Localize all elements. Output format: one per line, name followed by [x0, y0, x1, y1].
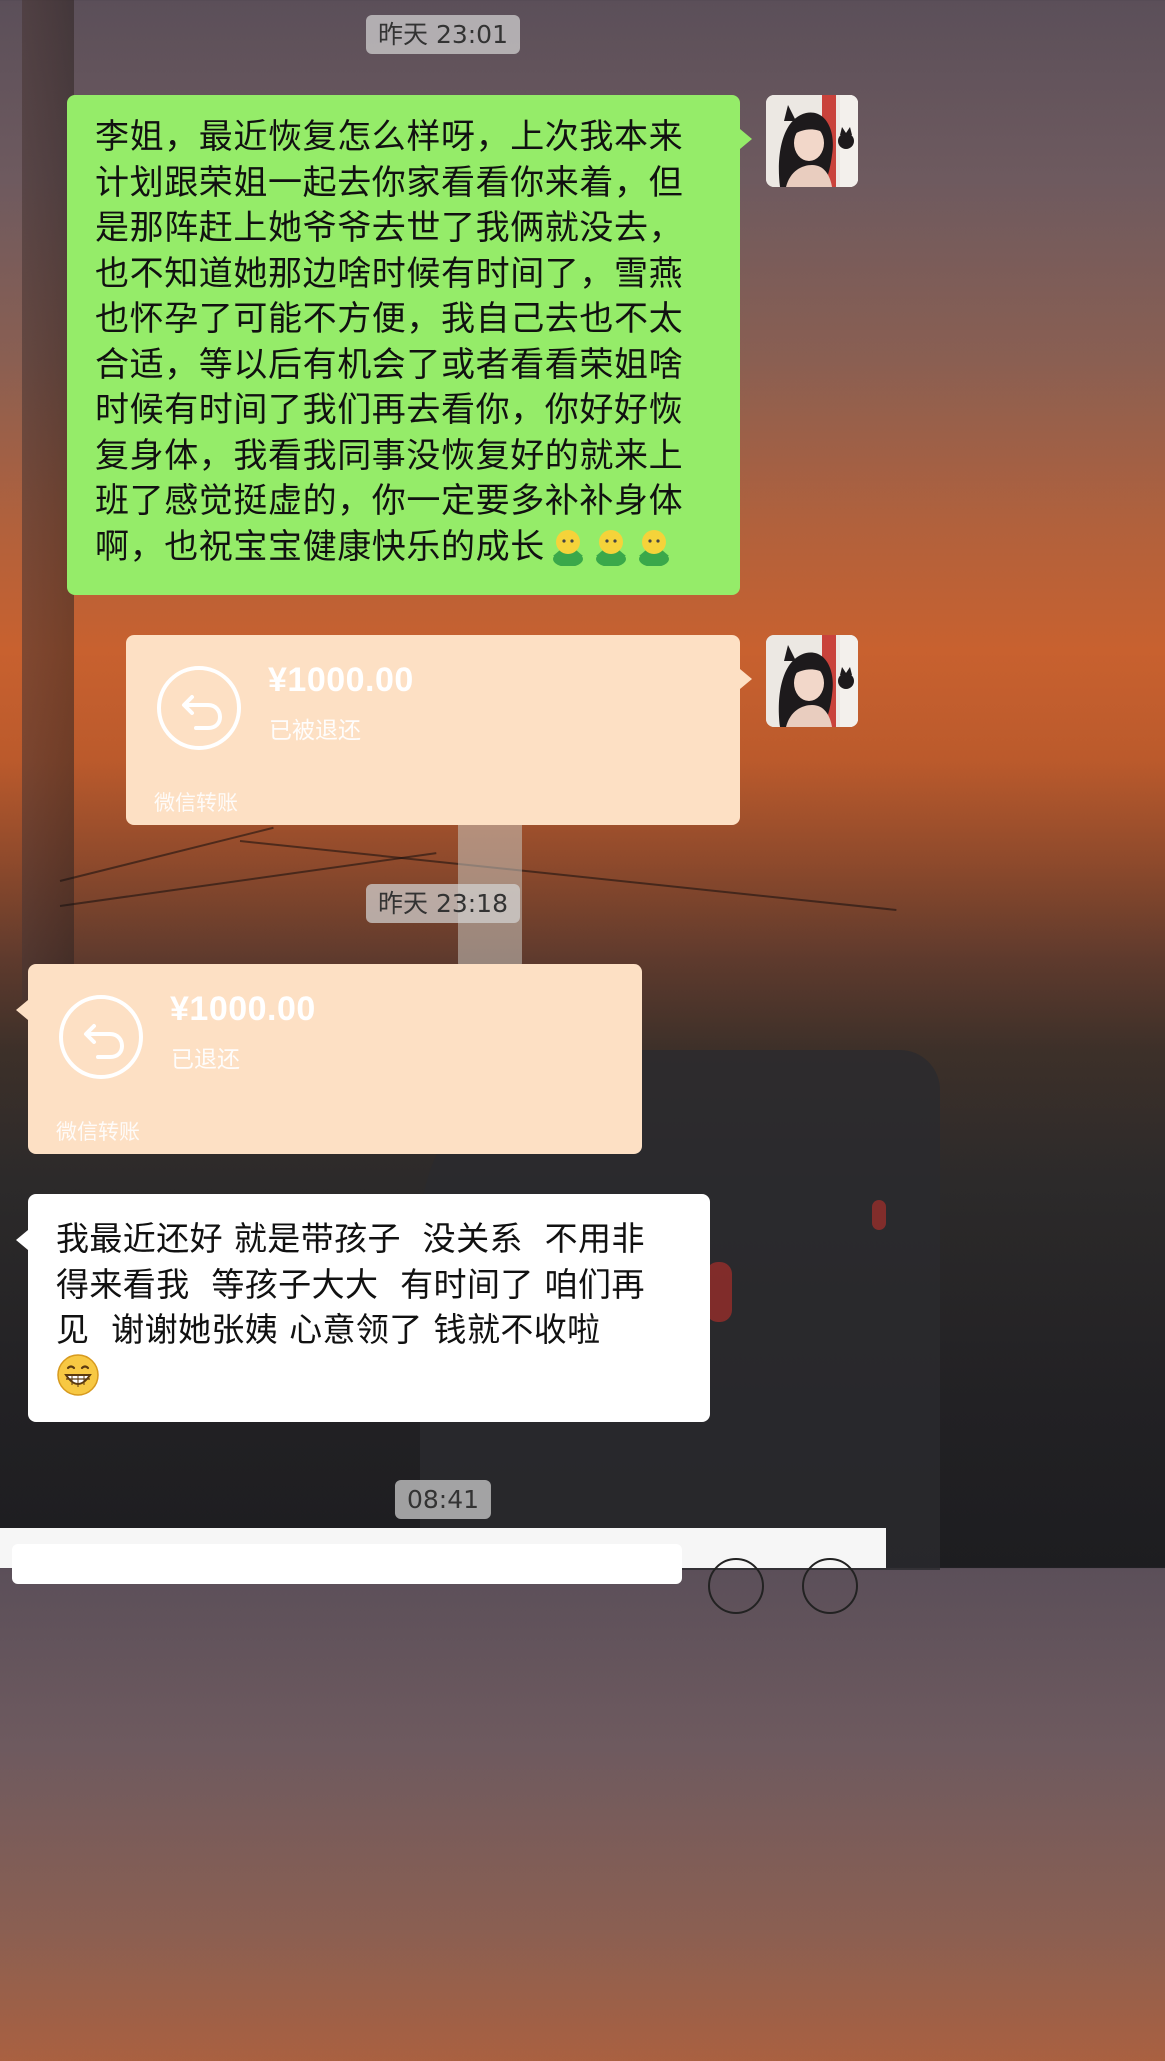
background-wire	[59, 826, 274, 882]
user-avatar[interactable]	[766, 635, 858, 727]
user-avatar[interactable]	[766, 95, 858, 187]
message-line-emoji	[56, 1353, 710, 1401]
more-button[interactable]	[802, 1558, 858, 1614]
transfer-amount: ¥1000.00	[170, 990, 316, 1028]
message-line: 我最近还好 就是带孩子 没关系 不用非	[56, 1219, 645, 1258]
emoji-button[interactable]	[708, 1558, 764, 1614]
transfer-status: 已退还	[171, 1047, 240, 1073]
message-line: 也怀孕了可能不方便，我自己去也不太	[95, 299, 684, 339]
transfer-footer-label: 微信转账	[56, 1120, 140, 1144]
person-emoji-icon	[552, 529, 583, 566]
transfer-amount: ¥1000.00	[268, 661, 414, 699]
avatar-image-icon	[766, 95, 858, 187]
transfer-footer-label: 微信转账	[154, 791, 238, 815]
return-arrow-icon	[59, 995, 143, 1079]
sent-text-bubble[interactable]: 李姐，最近恢复怎么样呀，上次我本来 计划跟荣姐一起去你家看看你来着，但 是那阵赶…	[67, 95, 752, 595]
background-wire	[239, 840, 897, 911]
message-line: 时候有时间了我们再去看你，你好好恢	[95, 390, 684, 430]
received-text-bubble[interactable]: 我最近还好 就是带孩子 没关系 不用非 得来看我 等孩子大大 有时间了 咱们再 …	[16, 1194, 710, 1422]
chat-input-bar	[0, 1528, 886, 1614]
background-tail-light	[872, 1200, 886, 1230]
message-line: 合适，等以后有机会了或者看看荣姐啥	[95, 344, 684, 385]
message-line: 见 谢谢她张姨 心意领了 钱就不收啦	[56, 1310, 601, 1349]
return-arrow-icon	[157, 666, 241, 750]
message-line: 啊，也祝宝宝健康快乐的成长	[95, 525, 740, 571]
message-line: 李姐，最近恢复怎么样呀，上次我本来	[95, 117, 684, 157]
person-emoji-icon	[638, 529, 669, 566]
transfer-status: 已被退还	[269, 718, 361, 744]
avatar-image-icon	[766, 635, 858, 727]
message-line: 得来看我 等孩子大大 有时间了 咱们再	[56, 1264, 645, 1304]
received-transfer-card[interactable]: ¥1000.00 已退还 微信转账	[16, 964, 642, 1154]
message-timestamp: 昨天 23:01	[366, 15, 520, 54]
message-line: 计划跟荣姐一起去你家看看你来着，但	[95, 162, 684, 203]
message-line: 复身体，我看我同事没恢复好的就来上	[95, 435, 684, 476]
person-emoji-icon	[595, 529, 626, 566]
message-timestamp: 08:41	[394, 1480, 492, 1519]
message-line: 班了感觉挺虚的，你一定要多补补身体	[95, 481, 684, 521]
message-timestamp: 昨天 23:18	[366, 884, 520, 923]
sent-transfer-card[interactable]: ¥1000.00 已被退还 微信转账	[126, 635, 752, 825]
message-line-text: 啊，也祝宝宝健康快乐的成长	[95, 526, 545, 567]
message-input[interactable]	[12, 1544, 682, 1584]
message-line: 也不知道她那边啥时候有时间了，雪燕	[95, 253, 684, 294]
message-line: 是那阵赶上她爷爷去世了我俩就没去，	[95, 208, 684, 248]
grinning-face-emoji-icon	[57, 1353, 99, 1396]
